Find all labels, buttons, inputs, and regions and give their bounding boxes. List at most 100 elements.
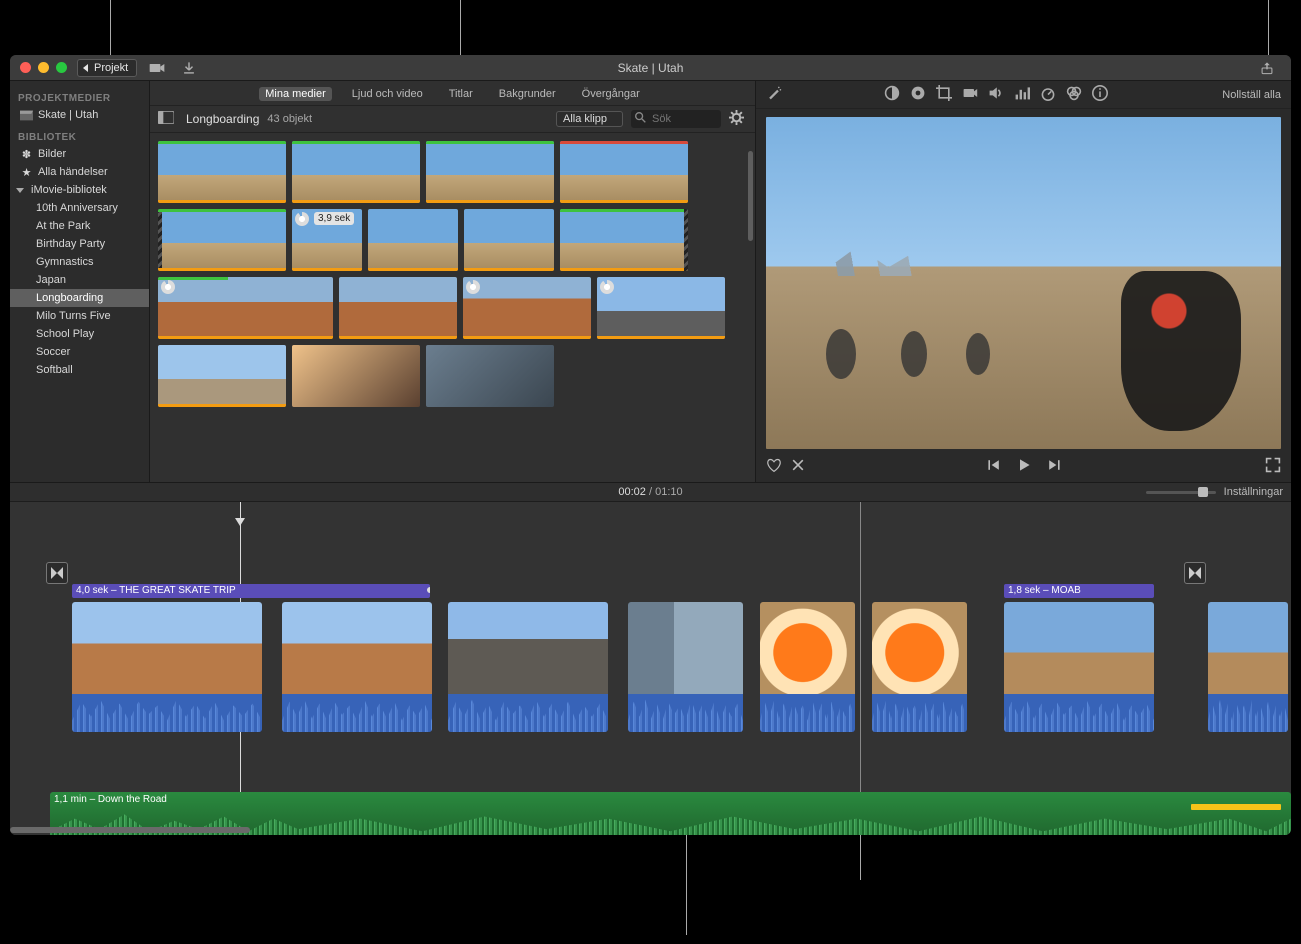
favorite-button[interactable]	[766, 457, 782, 476]
title-clip-label: 1,8 sek – MOAB	[1008, 585, 1081, 596]
sidebar-item-imovie-library[interactable]: iMovie-bibliotek	[10, 181, 149, 199]
clip-thumbnail[interactable]	[464, 209, 554, 271]
sidebar-item-all-events[interactable]: ★ Alla händelser	[10, 163, 149, 181]
clip-thumbnails: 3,9 sek	[150, 133, 755, 482]
viewer-canvas[interactable]	[766, 117, 1281, 449]
close-window-button[interactable]	[20, 62, 31, 73]
timeline-canvas[interactable]: 4,0 sek – THE GREAT SKATE TRIP 1,8 sek –…	[10, 502, 1291, 835]
clip-thumbnail[interactable]	[158, 141, 286, 203]
clip-thumbnail[interactable]	[158, 345, 286, 407]
share-button[interactable]	[1255, 58, 1279, 78]
sidebar-event-item[interactable]: Soccer	[10, 343, 149, 361]
enhance-button[interactable]	[766, 85, 782, 104]
browser-tab[interactable]: Mina medier	[259, 87, 332, 101]
title-clip[interactable]: 4,0 sek – THE GREAT SKATE TRIP	[72, 584, 430, 598]
clip-thumbnail[interactable]	[426, 345, 554, 407]
reset-all-button[interactable]: Nollställ alla	[1222, 89, 1281, 101]
sidebar-item-label: Alla händelser	[38, 166, 108, 178]
prev-button[interactable]	[986, 457, 1002, 476]
clip-thumbnail[interactable]	[292, 345, 420, 407]
mountain-graphic	[796, 246, 1001, 276]
browser-tab[interactable]: Bakgrunder	[493, 87, 562, 101]
timecode-current: 00:02	[618, 486, 646, 498]
volume-button[interactable]	[988, 85, 1004, 104]
media-browser: Mina medier Ljud och video Titlar Bakgrunde…	[150, 81, 755, 482]
clip-thumbnail[interactable]: 3,9 sek	[292, 209, 362, 271]
title-handle-icon[interactable]	[427, 587, 430, 593]
sidebar-event-item[interactable]: Birthday Party	[10, 235, 149, 253]
clip-thumbnail[interactable]	[158, 209, 286, 271]
timeline-region: 00:02 / 01:10 Inställningar 4,0 sek – TH…	[10, 483, 1291, 835]
sidebar-event-item[interactable]: School Play	[10, 325, 149, 343]
minimize-window-button[interactable]	[38, 62, 49, 73]
timeline-settings-button[interactable]: Inställningar	[1224, 486, 1283, 498]
video-clip[interactable]	[760, 602, 855, 732]
clip-thumbnail[interactable]	[463, 277, 591, 339]
clip-thumbnail[interactable]	[368, 209, 458, 271]
loading-spinner-icon	[466, 280, 480, 294]
speed-button[interactable]	[1040, 85, 1056, 104]
video-clip[interactable]	[448, 602, 608, 732]
sidebar-event-item[interactable]: Japan	[10, 271, 149, 289]
clip-thumbnail[interactable]	[426, 141, 554, 203]
color-correction-button[interactable]	[910, 85, 926, 104]
import-download-button[interactable]	[177, 58, 201, 78]
browser-options-button[interactable]	[729, 110, 747, 128]
skater-graphic	[1121, 271, 1241, 431]
sidebar-event-item[interactable]: Softball	[10, 361, 149, 379]
video-clip[interactable]	[1208, 602, 1288, 732]
fullscreen-button[interactable]	[1265, 457, 1281, 476]
color-balance-button[interactable]	[884, 85, 900, 104]
video-clip[interactable]	[628, 602, 743, 732]
browser-title: Longboarding	[186, 112, 259, 126]
loading-spinner-icon	[295, 212, 309, 226]
callout-line	[686, 835, 687, 935]
transition-icon[interactable]	[46, 562, 68, 584]
video-clip[interactable]	[872, 602, 967, 732]
clip-thumbnail[interactable]	[560, 141, 688, 203]
sidebar-event-item[interactable]: Gymnastics	[10, 253, 149, 271]
play-button[interactable]	[1016, 457, 1032, 476]
zoom-slider[interactable]	[1146, 491, 1216, 494]
clip-thumbnail[interactable]	[292, 141, 420, 203]
reject-button[interactable]	[790, 457, 806, 476]
video-clip[interactable]	[72, 602, 262, 732]
clip-filter-select[interactable]: Alla klipp	[556, 111, 623, 127]
star-icon: ★	[20, 166, 33, 178]
clip-thumbnail[interactable]	[560, 209, 688, 271]
sidebar-toggle-button[interactable]	[158, 111, 178, 127]
next-button[interactable]	[1046, 457, 1062, 476]
clip-thumbnail[interactable]	[339, 277, 457, 339]
skater-graphic	[901, 331, 927, 377]
video-clip[interactable]	[282, 602, 432, 732]
timeline-scrollbar[interactable]	[10, 827, 250, 833]
m-project-media-item[interactable]: Skate | Utah	[10, 106, 149, 124]
info-button[interactable]	[1092, 85, 1108, 104]
sidebar-section-project: PROJEKTMEDIER	[10, 85, 149, 106]
filter-button[interactable]	[1066, 85, 1082, 104]
browser-tab[interactable]: Ljud och video	[346, 87, 429, 101]
title-clip[interactable]: 1,8 sek – MOAB	[1004, 584, 1154, 598]
zoom-window-button[interactable]	[56, 62, 67, 73]
search-field[interactable]	[631, 110, 721, 128]
crop-button[interactable]	[936, 85, 952, 104]
browser-tab[interactable]: Övergångar	[576, 87, 646, 101]
sidebar-event-item[interactable]: Milo Turns Five	[10, 307, 149, 325]
sidebar-item-photos[interactable]: ✽ Bilder	[10, 145, 149, 163]
transition-icon[interactable]	[1184, 562, 1206, 584]
stabilization-button[interactable]	[962, 85, 978, 104]
video-clip[interactable]	[1004, 602, 1154, 732]
clip-thumbnail[interactable]	[158, 277, 333, 339]
browser-tab[interactable]: Titlar	[443, 87, 479, 101]
projects-back-button[interactable]: Projekt	[77, 59, 137, 77]
sidebar-event-item[interactable]: Longboarding	[10, 289, 149, 307]
clip-thumbnail[interactable]	[597, 277, 725, 339]
noise-eq-button[interactable]	[1014, 85, 1030, 104]
search-input[interactable]	[650, 112, 717, 126]
media-import-button[interactable]	[145, 58, 169, 78]
sidebar-event-item[interactable]: At the Park	[10, 217, 149, 235]
callout-line	[460, 0, 461, 55]
browser-scrollbar[interactable]	[748, 151, 753, 241]
sidebar-event-item[interactable]: 10th Anniversary	[10, 199, 149, 217]
video-track	[10, 602, 1291, 742]
